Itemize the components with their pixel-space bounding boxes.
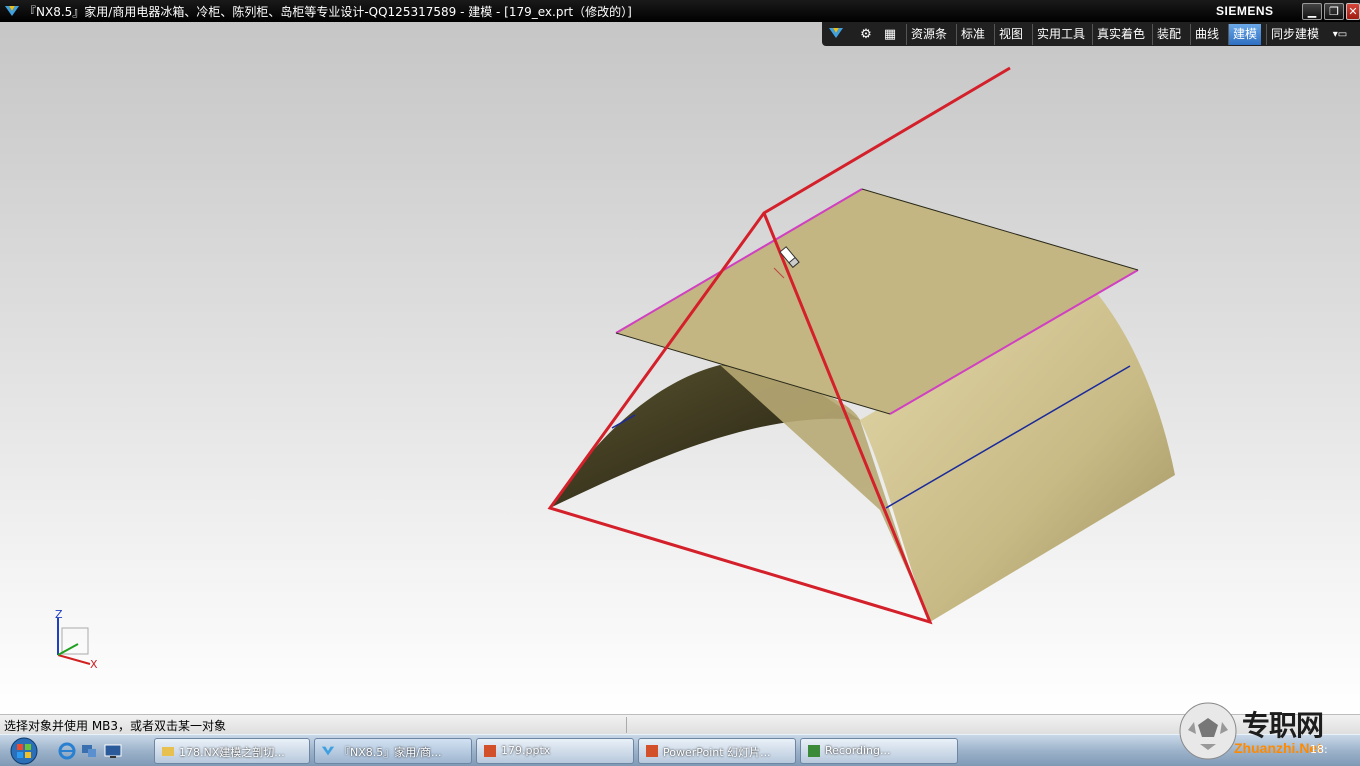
taskbar-item-folder[interactable]: 178.NX建模之剖切... [154, 738, 310, 764]
status-prompt: 选择对象并使用 MB3，或者双击某一对象 [4, 719, 227, 733]
tab-standard[interactable]: 标准 [956, 24, 989, 45]
taskbar-item-label: Recording... [825, 744, 891, 757]
axis-z-label: Z [55, 608, 63, 621]
axis-x-label: X [90, 658, 98, 671]
nx-logo-icon[interactable] [826, 25, 846, 44]
tab-assembly[interactable]: 装配 [1152, 24, 1185, 45]
tab-resource-bar[interactable]: 资源条 [906, 24, 951, 45]
restore-button[interactable]: ❐ [1324, 3, 1344, 20]
show-desktop-icon[interactable] [104, 742, 122, 760]
taskbar-item-label: 179.pptx [501, 744, 551, 757]
taskbar-item-label: 『NX8.5』家用/商... [339, 746, 442, 759]
taskbar-item-nx[interactable]: 『NX8.5』家用/商... [314, 738, 472, 764]
taskbar-item-recording[interactable]: Recording... [800, 738, 958, 764]
tab-synchronous-modeling[interactable]: 同步建模 [1266, 24, 1323, 45]
watermark-english: Zhuanzhi.Net [1234, 740, 1322, 756]
start-button[interactable] [6, 736, 42, 766]
tab-curve[interactable]: 曲线 [1190, 24, 1223, 45]
window-title: 『NX8.5』家用/商用电器冰箱、冷柜、陈列柜、岛柜等专业设计-QQ125317… [24, 5, 632, 19]
tab-true-shading[interactable]: 真实着色 [1092, 24, 1149, 45]
powerpoint-icon [484, 745, 496, 757]
recording-icon [808, 745, 820, 757]
title-bar: 『NX8.5』家用/商用电器冰箱、冷柜、陈列柜、岛柜等专业设计-QQ125317… [0, 0, 1360, 22]
grid-icon[interactable]: ▦ [880, 25, 900, 44]
network-icon[interactable] [80, 742, 98, 760]
tab-view[interactable]: 视图 [994, 24, 1027, 45]
model-canvas[interactable] [0, 22, 1360, 714]
taskbar-item-label: PowerPoint 幻灯片... [663, 746, 771, 759]
close-button[interactable]: ✕ [1346, 3, 1360, 20]
taskbar-clock: 18: [1310, 743, 1328, 756]
minimize-button[interactable]: ▁ [1302, 3, 1322, 20]
nx-icon [321, 746, 335, 756]
ribbon-bar: ⚙ ▦ 资源条 标准 视图 实用工具 真实着色 装配 曲线 建模 同步建模 ▾▭ [822, 22, 1360, 46]
tab-utilities[interactable]: 实用工具 [1032, 24, 1089, 45]
nx-app-icon[interactable] [4, 3, 20, 19]
watermark-chinese: 专职网 [1242, 709, 1324, 742]
gear-icon[interactable]: ⚙ [856, 25, 876, 44]
status-separator [626, 717, 627, 733]
siemens-brand: SIEMENS [1216, 4, 1274, 18]
taskbar-item-pptx[interactable]: 179.pptx [476, 738, 634, 764]
wcs-triad [57, 618, 91, 665]
taskbar: 178.NX建模之剖切... 『NX8.5』家用/商... 179.pptx P… [0, 734, 1360, 766]
ie-icon[interactable] [58, 742, 76, 760]
graphics-viewport[interactable]: Z X [0, 22, 1360, 714]
zhuanzhi-watermark: 专职网 Zhuanzhi.Net 18: [1176, 700, 1360, 765]
taskbar-item-label: 178.NX建模之剖切... [179, 746, 285, 759]
status-bar: 选择对象并使用 MB3，或者双击某一对象 [0, 714, 1360, 735]
soccer-ball-logo [1179, 702, 1237, 760]
folder-icon [162, 747, 174, 756]
powerpoint-icon [646, 745, 658, 757]
ribbon-options-icon[interactable]: ▾▭ [1330, 25, 1350, 44]
taskbar-item-slideshow[interactable]: PowerPoint 幻灯片... [638, 738, 796, 764]
tab-modeling[interactable]: 建模 [1228, 24, 1262, 45]
